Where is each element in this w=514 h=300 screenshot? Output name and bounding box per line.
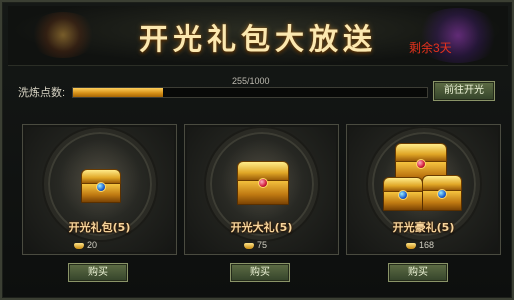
price-row-3: 168: [406, 240, 434, 254]
buy-button-2[interactable]: 购买: [230, 263, 290, 282]
treasure-chest-icon: [81, 169, 121, 203]
treasure-chest-icon: [422, 175, 462, 211]
buy-button-3[interactable]: 购买: [388, 263, 448, 282]
package-name-2: 开光大礼(5): [230, 221, 293, 234]
refine-points-progress-bar: [72, 87, 428, 98]
package-price-1: 20: [87, 240, 98, 250]
package-card-1: 开光礼包(5): [22, 124, 177, 255]
gold-ingot-icon: [406, 242, 416, 249]
buy-button-1[interactable]: 购买: [68, 263, 128, 282]
gold-ingot-icon: [74, 242, 84, 249]
refine-points-value: 255/1000: [232, 76, 270, 86]
package-list: 开光礼包(5) 开光大礼(5) 开光豪礼(5) 20 75 168 购买 购买 …: [22, 124, 501, 292]
goto-refine-button[interactable]: 前往开光: [433, 81, 495, 101]
refine-points-label: 洗炼点数:: [18, 87, 66, 99]
price-row-2: 75: [244, 240, 267, 254]
gold-ingot-icon: [244, 242, 254, 249]
package-card-3: 开光豪礼(5): [346, 124, 501, 255]
days-remaining: 剩余3天: [409, 41, 452, 55]
event-header: 开光礼包大放送 剩余3天: [8, 6, 508, 66]
package-price-2: 75: [257, 240, 268, 250]
treasure-chest-icon: [237, 161, 289, 205]
package-card-2: 开光大礼(5): [184, 124, 339, 255]
package-name-3: 开光豪礼(5): [392, 221, 455, 234]
package-price-3: 168: [419, 240, 435, 250]
event-window: 开光礼包大放送 剩余3天 洗炼点数: 255/1000 前往开光 开光礼包(5)…: [0, 0, 514, 300]
package-name-1: 开光礼包(5): [68, 221, 131, 234]
refine-points-progress-fill: [73, 88, 164, 97]
price-row-1: 20: [74, 240, 97, 254]
treasure-chest-icon: [383, 177, 423, 211]
